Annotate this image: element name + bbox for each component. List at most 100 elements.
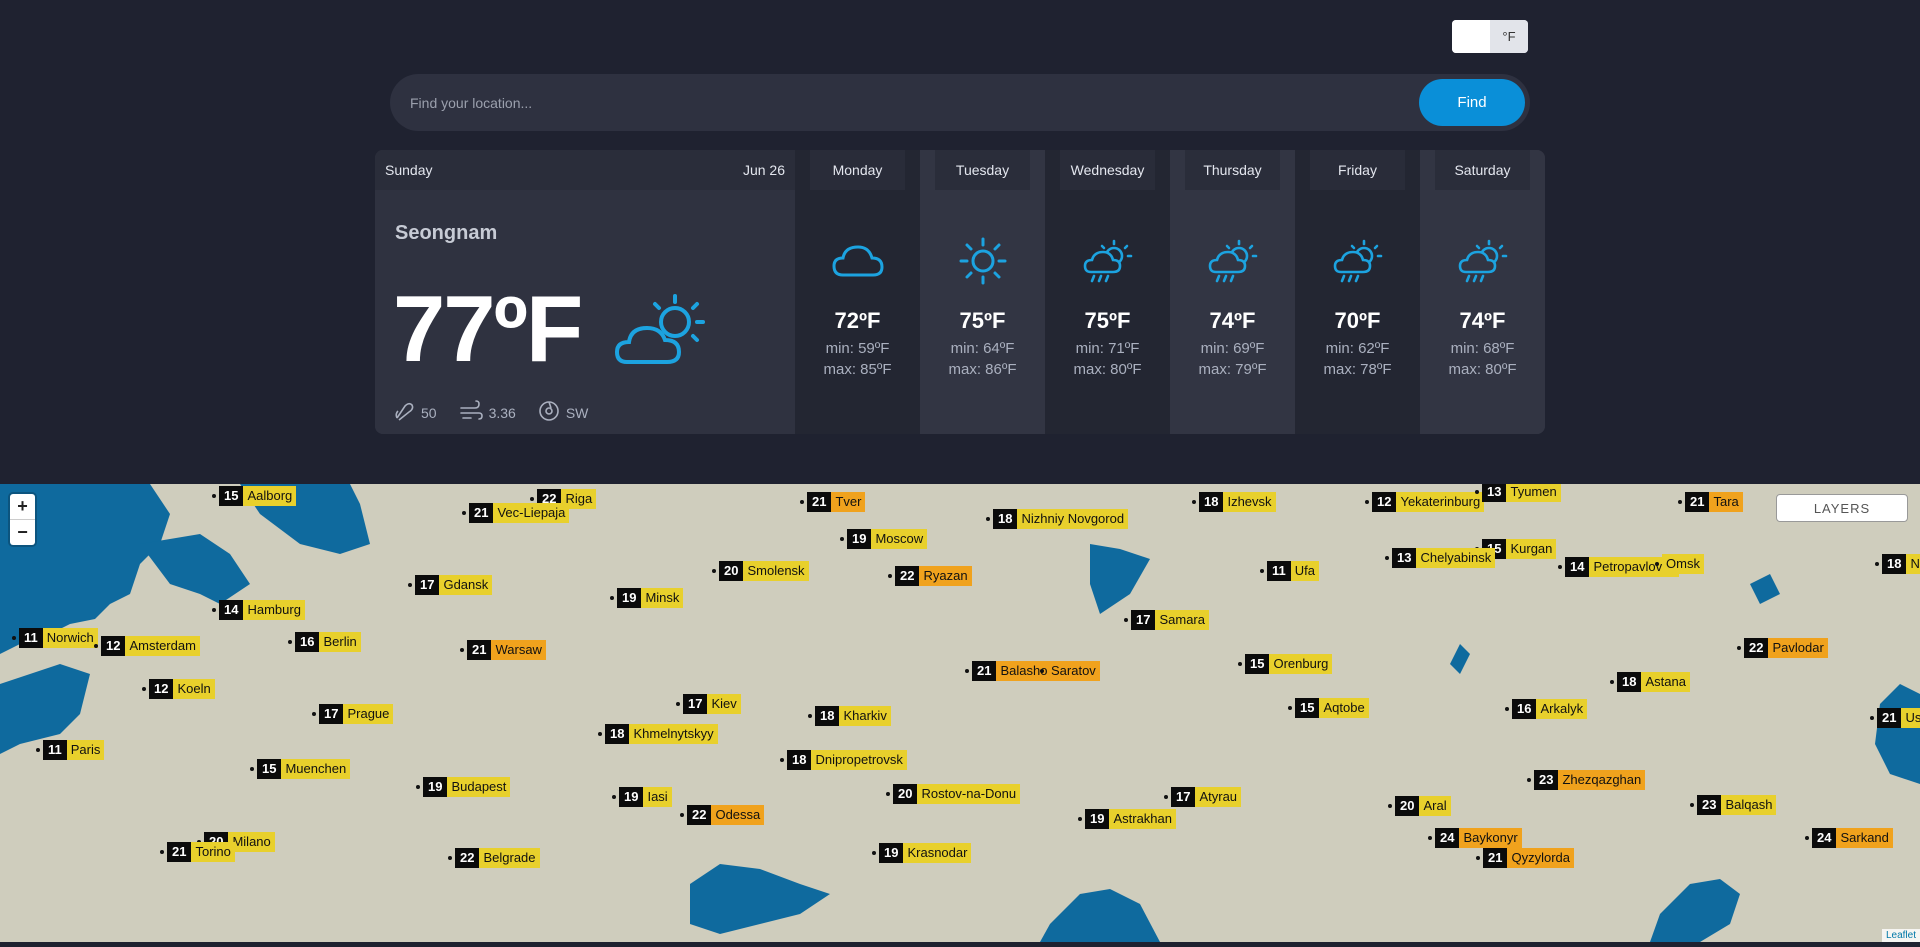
- city-name-label: Baykonyr: [1459, 828, 1522, 848]
- city-marker[interactable]: 15 Orenburg: [1238, 654, 1333, 674]
- city-marker[interactable]: 20 Rostov-na-Donu: [886, 784, 1021, 804]
- city-marker[interactable]: 18 Nizhniy Novgorod: [986, 509, 1129, 529]
- city-name-label: Iasi: [643, 787, 672, 807]
- city-name-label: Berlin: [319, 632, 361, 652]
- city-marker[interactable]: 13 Tyumen: [1475, 484, 1561, 502]
- city-marker[interactable]: 18 Khmelnytskyy: [598, 724, 718, 744]
- city-marker[interactable]: 18 Astana: [1610, 672, 1690, 692]
- city-temperature: 18: [1617, 672, 1642, 692]
- marker-dot: [888, 574, 892, 578]
- city-marker[interactable]: 19 Krasnodar: [872, 843, 972, 863]
- map-attribution[interactable]: Leaflet: [1881, 929, 1920, 942]
- forecast-panel: Sunday Jun 26 Seongnam 77ºF 50 3.36 SW M…: [375, 150, 1545, 434]
- city-temperature: 19: [619, 787, 644, 807]
- city-marker[interactable]: Omsk: [1655, 554, 1704, 574]
- marker-dot: [676, 702, 680, 706]
- map-water-layer: [0, 484, 1920, 942]
- city-name-label: Sarkand: [1836, 828, 1893, 848]
- city-name-label: Aral: [1419, 796, 1451, 816]
- city-marker[interactable]: 17 Gdansk: [408, 575, 493, 595]
- city-marker[interactable]: 24 Sarkand: [1805, 828, 1893, 848]
- city-marker[interactable]: 16 Berlin: [288, 632, 361, 652]
- day-max: max: 79ºF: [1198, 361, 1267, 378]
- city-marker[interactable]: 21 Qyzylorda: [1476, 848, 1574, 868]
- city-marker[interactable]: 21 Vec-Liepaja: [462, 503, 570, 523]
- marker-dot: [612, 795, 616, 799]
- city-name-label: Tver: [831, 492, 866, 512]
- marker-dot: [965, 669, 969, 673]
- weather-map[interactable]: + − LAYERS Leaflet 15 Aalborg 22 Riga 21 Vec-…: [0, 484, 1920, 942]
- celsius-option[interactable]: [1452, 20, 1490, 53]
- zoom-out-button[interactable]: −: [10, 520, 35, 545]
- city-temperature: 14: [219, 600, 244, 620]
- city-name-label: Aalborg: [243, 486, 297, 506]
- city-marker[interactable]: 12 Koeln: [142, 679, 215, 699]
- city-marker[interactable]: 18 Izhevsk: [1192, 492, 1276, 512]
- marker-dot: [36, 748, 40, 752]
- city-marker[interactable]: 19 Budapest: [416, 777, 511, 797]
- marker-dot: [808, 714, 812, 718]
- zoom-in-button[interactable]: +: [10, 494, 35, 520]
- city-marker[interactable]: 22 Ryazan: [888, 566, 972, 586]
- city-marker[interactable]: 14 Hamburg: [212, 600, 305, 620]
- city-name-label: Orenburg: [1269, 654, 1333, 674]
- location-search-input[interactable]: [390, 93, 1530, 112]
- city-name-label: Kurgan: [1506, 539, 1557, 559]
- city-name-label: Atyrau: [1195, 787, 1242, 807]
- find-button[interactable]: Find: [1419, 79, 1525, 126]
- city-marker[interactable]: 22 Belgrade: [448, 848, 540, 868]
- city-temperature: 21: [167, 842, 192, 862]
- day-max: max: 86ºF: [948, 361, 1017, 378]
- marker-dot: [408, 583, 412, 587]
- city-marker[interactable]: 11 Norwich: [12, 628, 98, 648]
- city-marker[interactable]: 23 Balqash: [1690, 795, 1777, 815]
- sun-cloud-rain-icon: [1082, 236, 1134, 286]
- day-high: 70ºF: [1334, 308, 1381, 333]
- city-marker[interactable]: 19 Astrakhan: [1078, 809, 1177, 829]
- city-marker[interactable]: 20 Smolensk: [712, 561, 809, 581]
- city-marker[interactable]: 15 Aalborg: [212, 486, 297, 506]
- city-marker[interactable]: 17 Samara: [1124, 610, 1209, 630]
- city-marker[interactable]: 24 Baykonyr: [1428, 828, 1522, 848]
- city-marker[interactable]: 11 Paris: [36, 740, 105, 760]
- city-marker[interactable]: 16 Arkalyk: [1505, 699, 1588, 719]
- city-marker[interactable]: 12 Amsterdam: [94, 636, 200, 656]
- city-marker[interactable]: 17 Kiev: [676, 694, 741, 714]
- city-name-label: Gdansk: [439, 575, 493, 595]
- city-marker[interactable]: 21 Warsaw: [460, 640, 546, 660]
- day-name: Tuesday: [935, 150, 1030, 190]
- city-marker[interactable]: 21 Torino: [160, 842, 235, 862]
- city-marker[interactable]: 20 Aral: [1388, 796, 1451, 816]
- city-marker[interactable]: 23 Zhezqazghan: [1527, 770, 1646, 790]
- city-marker[interactable]: 15 Aqtobe: [1288, 698, 1369, 718]
- city-marker[interactable]: 21 Tara: [1678, 492, 1743, 512]
- city-name-label: Nizhniy Novgorod: [1017, 509, 1129, 529]
- city-marker[interactable]: 19 Minsk: [610, 588, 684, 608]
- city-marker[interactable]: 21Ust-: [1870, 708, 1920, 728]
- compass-icon: [538, 400, 560, 425]
- city-marker[interactable]: Saratov: [1040, 661, 1100, 681]
- marker-dot: [1476, 856, 1480, 860]
- city-marker[interactable]: 15 Muenchen: [250, 759, 351, 779]
- city-marker[interactable]: 17 Prague: [312, 704, 394, 724]
- city-name-label: No: [1906, 554, 1920, 574]
- city-marker[interactable]: 12 Yekaterinburg: [1365, 492, 1485, 512]
- city-marker[interactable]: 18No: [1875, 554, 1920, 574]
- city-marker[interactable]: 19 Iasi: [612, 787, 672, 807]
- unit-toggle[interactable]: °F: [1452, 20, 1528, 53]
- layers-button[interactable]: LAYERS: [1776, 494, 1908, 522]
- city-marker[interactable]: 11 Ufa: [1260, 561, 1319, 581]
- day-high: 75ºF: [1084, 308, 1131, 333]
- city-marker[interactable]: 22 Pavlodar: [1737, 638, 1828, 658]
- marker-dot: [462, 511, 466, 515]
- city-marker[interactable]: 17 Atyrau: [1164, 787, 1242, 807]
- city-marker[interactable]: 22 Odessa: [680, 805, 765, 825]
- city-marker[interactable]: 13 Chelyabinsk: [1385, 548, 1496, 568]
- city-marker[interactable]: 21 Tver: [800, 492, 866, 512]
- sun-cloud-rain-icon: [1457, 236, 1509, 286]
- city-marker[interactable]: 18 Kharkiv: [808, 706, 891, 726]
- city-temperature: 19: [617, 588, 642, 608]
- city-marker[interactable]: 19 Moscow: [840, 529, 928, 549]
- city-marker[interactable]: 18 Dnipropetrovsk: [780, 750, 907, 770]
- fahrenheit-option[interactable]: °F: [1490, 20, 1528, 53]
